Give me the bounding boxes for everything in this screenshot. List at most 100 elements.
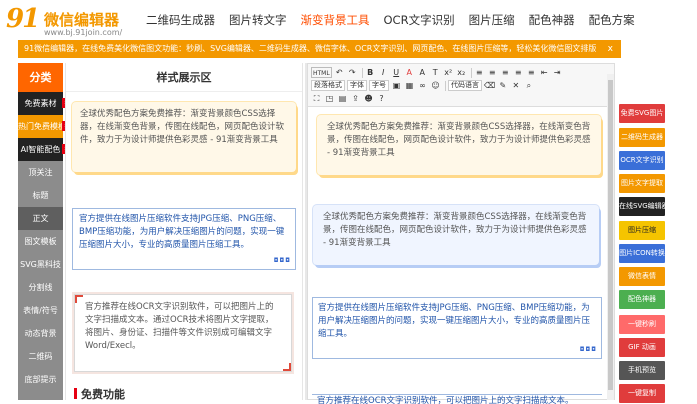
sidebar-item-svg[interactable]: SVG黑科技	[18, 253, 63, 276]
nav-item-qrcode[interactable]: 二维码生成器	[140, 0, 221, 40]
tool-link-2[interactable]: OCR文字识别	[619, 151, 665, 170]
nav-item-gradient[interactable]: 渐变背景工具	[295, 0, 376, 40]
font-color-icon[interactable]: A	[404, 67, 415, 78]
style-card-ocr[interactable]: 官方推荐在线OCR文字识别软件，可以把图片上的文字扫描成文本。通过OCR技术将图…	[74, 294, 292, 372]
nav-item-compress[interactable]: 图片压缩	[463, 0, 521, 40]
highlight-icon[interactable]: A	[417, 67, 428, 78]
toolbar-separator	[470, 67, 472, 78]
sidebar-item-body[interactable]: 正文	[18, 207, 63, 230]
align-right-icon[interactable]: ≡	[500, 67, 511, 78]
editor-block-text: 官方提供在线图片压缩软件支持JPG压缩、PNG压缩、BMP压缩功能，为用户解决压…	[318, 303, 591, 339]
editor-block-compress[interactable]: 官方提供在线图片压缩软件支持JPG压缩、PNG压缩、BMP压缩功能，为用户解决压…	[312, 297, 602, 359]
tool-link-10[interactable]: GIF 动画	[619, 338, 665, 357]
superscript-icon[interactable]: x²	[443, 67, 454, 78]
tool-link-0[interactable]: 免费SVG图片	[619, 104, 665, 123]
style-card-gradient[interactable]: 全球优秀配色方案免费推荐：渐变背景颜色CSS选择器，在线渐变色背景，传图在线配色…	[72, 102, 296, 172]
logo-url: www.bj.91join.com/	[44, 28, 123, 37]
brush-icon[interactable]: ✎	[497, 80, 508, 91]
close-icon[interactable]: x	[608, 40, 613, 58]
eraser-icon[interactable]: ⌫	[484, 80, 495, 91]
sidebar-item-ai-color[interactable]: AI智能配色	[18, 138, 63, 161]
editor-scrollbar-thumb[interactable]	[608, 80, 613, 390]
sidebar-item-follow[interactable]: 顶关注	[18, 161, 63, 184]
tool-link-8[interactable]: 配色神器	[619, 290, 665, 309]
tool-link-12[interactable]: 一键复制	[619, 384, 665, 403]
smiley-icon[interactable]: ☻	[363, 93, 374, 104]
nav-item-color-tool[interactable]: 配色神器	[523, 0, 581, 40]
subscript-icon[interactable]: x₂	[456, 67, 467, 78]
editor-block-gradient[interactable]: 全球优秀配色方案免费推荐：渐变背景颜色CSS选择器，在线渐变色背景，传图在线配色…	[317, 115, 601, 175]
text-style-icon[interactable]: T	[430, 67, 441, 78]
align-center-icon[interactable]: ≡	[487, 67, 498, 78]
free-features-label: 免费功能	[81, 388, 125, 401]
sidebar-item-qrcode[interactable]: 二维码	[18, 345, 63, 368]
sidebar-item-dynamic-bg[interactable]: 动态背景	[18, 322, 63, 345]
paragraph-select[interactable]: 段落格式	[311, 80, 345, 91]
sidebar-item-hot-templates[interactable]: 热门免费模板	[18, 115, 63, 138]
corner-icon: ◘◘◘	[273, 257, 291, 264]
sidebar-item-free[interactable]: 免费素材	[18, 92, 63, 115]
code-language-select[interactable]: 代码语言	[448, 80, 482, 91]
notice-text: 91微信编辑器，在线免费美化微信图文功能：秒刷、SVG编辑器、二维码生成器、微信…	[24, 44, 597, 53]
fullscreen-icon[interactable]: ⛶	[311, 93, 322, 104]
category-sidebar: 分类 免费素材 热门免费模板 AI智能配色 顶关注 标题 正文 图文模板 SVG…	[18, 63, 63, 400]
upload-icon[interactable]: ⇪	[350, 93, 361, 104]
indent-icon[interactable]: ⇥	[552, 67, 563, 78]
tool-link-5[interactable]: 图片压缩	[619, 221, 665, 240]
sidebar-item-title[interactable]: 标题	[18, 184, 63, 207]
preview-icon[interactable]: ◳	[324, 93, 335, 104]
image-icon[interactable]: ▣	[391, 80, 402, 91]
link-icon[interactable]: ∞	[417, 80, 428, 91]
corner-icon: ◘◘◘	[579, 346, 597, 353]
toolbar-separator	[445, 80, 446, 91]
tool-link-6[interactable]: 图片ICON转换	[619, 244, 665, 263]
tool-link-7[interactable]: 微信表情	[619, 267, 665, 286]
nav-item-ocr[interactable]: OCR文字识别	[378, 0, 461, 40]
align-left-icon[interactable]: ≡	[474, 67, 485, 78]
logo[interactable]: 91 微信编辑器 www.bj.91join.com/	[6, 4, 141, 38]
sidebar-item-article-template[interactable]: 图文模板	[18, 230, 63, 253]
toolbar-separator	[361, 67, 363, 78]
top-nav: 二维码生成器 图片转文字 渐变背景工具 OCR文字识别 图片压缩 配色神器 配色…	[140, 0, 643, 40]
help-icon[interactable]: ?	[376, 93, 387, 104]
sidebar-item-emoji[interactable]: 表情/符号	[18, 299, 63, 322]
font-select[interactable]: 字体	[347, 80, 367, 91]
tool-link-9[interactable]: 一键秒刷	[619, 315, 665, 334]
editor-block-ocr[interactable]: 官方推荐在线OCR文字识别软件，可以把图片上的文字扫描成文本。	[312, 394, 602, 404]
tool-link-3[interactable]: 图片文字提取	[619, 174, 665, 193]
underline-icon[interactable]: U	[391, 67, 402, 78]
redo-icon[interactable]: ↷	[347, 67, 358, 78]
category-title: 分类	[18, 63, 63, 92]
tool-link-1[interactable]: 二维码生成器	[619, 128, 665, 147]
logo-title: 微信编辑器	[44, 11, 120, 29]
emoji-icon[interactable]: ☺	[430, 80, 441, 91]
size-select[interactable]: 字号	[369, 80, 389, 91]
tool-link-11[interactable]: 手机预览	[619, 361, 665, 380]
html-icon[interactable]: HTML	[311, 67, 332, 78]
table-icon[interactable]: ▦	[404, 80, 415, 91]
toolbar-row: 段落格式 字体 字号 ▣ ▦ ∞ ☺ 代码语言 ⌫ ✎ ✕ ⌕	[311, 79, 611, 92]
notice-banner: 91微信编辑器，在线免费美化微信图文功能：秒刷、SVG编辑器、二维码生成器、微信…	[18, 40, 621, 58]
rich-text-editor: HTML ↶ ↷ B I U A A Tx² x₂ ≡ ≡ ≡ ≡ ≡ ⇤ ⇥ 段落格式 字体 字号 ▣ ▦ ∞…	[307, 63, 615, 404]
outdent-icon[interactable]: ⇤	[539, 67, 550, 78]
italic-icon[interactable]: I	[378, 67, 389, 78]
tool-link-4[interactable]: 在线SVG编辑器	[619, 197, 665, 216]
sidebar-item-footer-tip[interactable]: 底部提示	[18, 368, 63, 391]
bold-icon[interactable]: B	[365, 67, 376, 78]
style-card-compress[interactable]: 官方提供在线图片压缩软件支持JPG压缩、PNG压缩、BMP压缩功能，为用户解决压…	[72, 208, 296, 270]
nav-item-color-scheme[interactable]: 配色方案	[583, 0, 641, 40]
undo-icon[interactable]: ↶	[334, 67, 345, 78]
toolbar-row: ⛶ ◳ ▤ ⇪ ☻ ?	[311, 92, 611, 105]
site-header: 91 微信编辑器 www.bj.91join.com/ 二维码生成器 图片转文字…	[0, 0, 697, 40]
sidebar-item-divider[interactable]: 分割线	[18, 276, 63, 299]
logo-mark: 91	[6, 4, 40, 34]
clear-format-icon[interactable]: ✕	[510, 80, 521, 91]
template-icon[interactable]: ▤	[337, 93, 348, 104]
align-justify-icon[interactable]: ≡	[513, 67, 524, 78]
toolbar-row: HTML ↶ ↷ B I U A A Tx² x₂ ≡ ≡ ≡ ≡ ≡ ⇤ ⇥	[311, 66, 611, 79]
editor-block-gradient-blue[interactable]: 全球优秀配色方案免费推荐：渐变背景颜色CSS选择器，在线渐变色背景，传图在线配色…	[313, 205, 599, 265]
style-showcase: 样式展示区 全球优秀配色方案免费推荐：渐变背景颜色CSS选择器，在线渐变色背景，…	[65, 63, 303, 401]
nav-item-image-to-text[interactable]: 图片转文字	[223, 0, 293, 40]
list-icon[interactable]: ≡	[526, 67, 537, 78]
find-icon[interactable]: ⌕	[523, 80, 534, 91]
